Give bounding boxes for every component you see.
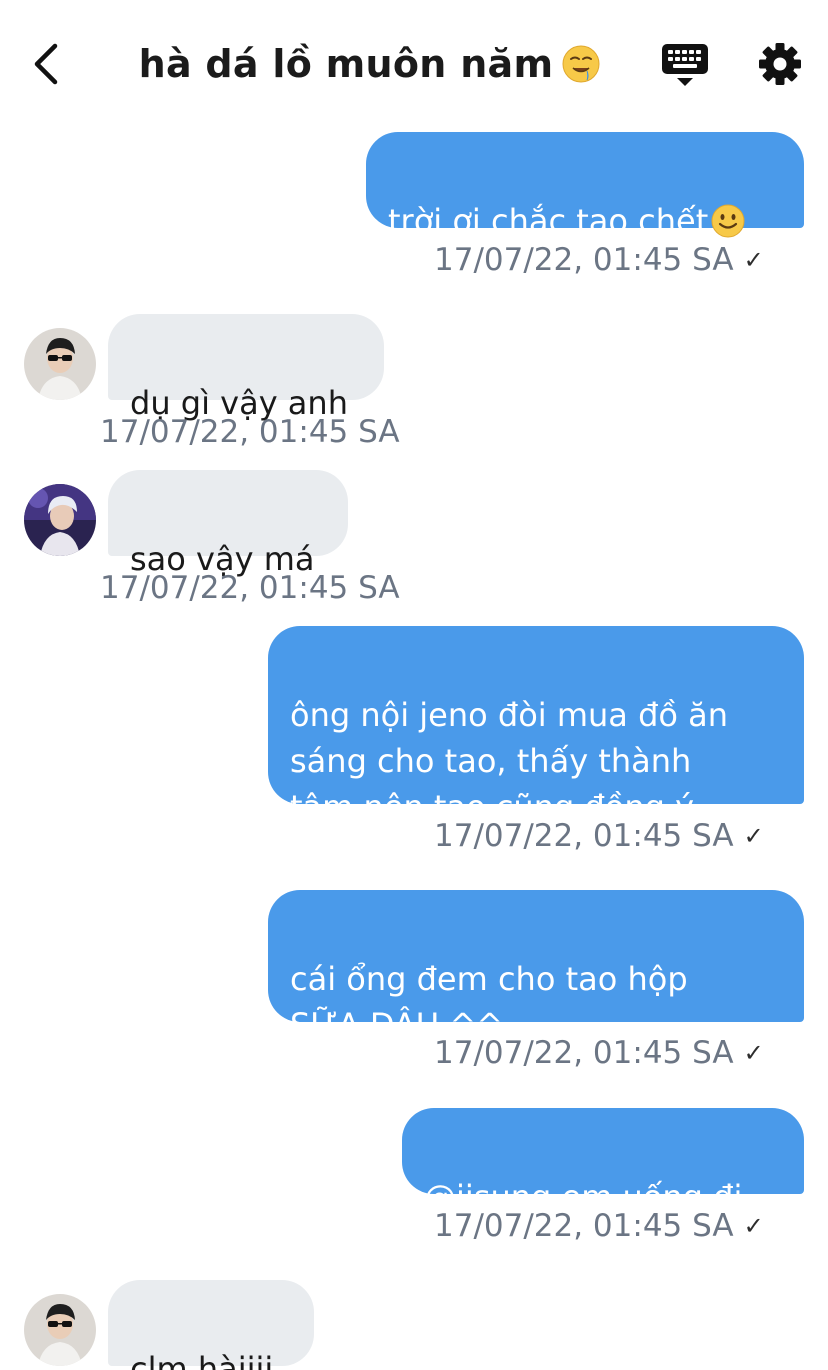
message-bubble-incoming[interactable]: clm hàiiii	[108, 1280, 314, 1370]
message-text: ông nội jeno đòi mua đồ ăn sáng cho tao,…	[290, 696, 729, 826]
avatar[interactable]	[24, 328, 96, 400]
read-check-icon: ✓	[743, 246, 764, 274]
avatar[interactable]	[24, 1294, 96, 1366]
read-check-icon: ✓	[743, 1212, 764, 1240]
read-check-icon: ✓	[743, 822, 764, 850]
message-text: trời ơi chắc tao chết	[388, 202, 709, 240]
user-avatar-icon	[24, 484, 96, 556]
message-bubble-incoming[interactable]: sao vậy má	[108, 470, 348, 578]
message-timestamp: 17/07/22, 01:45 SA ✓	[434, 242, 764, 278]
drooling-face-emoji-icon	[562, 45, 600, 83]
chat-title: hà dá lồ muôn năm	[138, 42, 554, 86]
message-bubble-outgoing[interactable]: ông nội jeno đòi mua đồ ăn sáng cho tao,…	[268, 626, 804, 826]
message-text: cái ổng đem cho tao hộp SỮA DÂU ^^	[290, 960, 688, 1044]
chat-screen: hà dá lồ muôn năm trời ơi chắc tao chết …	[0, 0, 828, 1370]
read-check-icon: ✓	[743, 1039, 764, 1067]
chat-title-area[interactable]: hà dá lồ muôn năm	[100, 36, 640, 92]
message-bubble-incoming[interactable]: dụ gì vậy anh	[108, 314, 384, 422]
avatar[interactable]	[24, 484, 96, 556]
keyboard-icon	[662, 44, 708, 86]
message-timestamp: 17/07/22, 01:45 SA ✓	[434, 1208, 764, 1244]
message-timestamp: 17/07/22, 01:45 SA	[100, 570, 400, 606]
message-bubble-outgoing[interactable]: cái ổng đem cho tao hộp SỮA DÂU ^^	[268, 890, 804, 1044]
message-bubble-outgoing[interactable]: trời ơi chắc tao chết	[366, 132, 804, 240]
slightly-smiling-face-emoji-icon	[711, 204, 745, 238]
chat-header: hà dá lồ muôn năm	[0, 0, 828, 118]
message-text: clm hàiiii	[130, 1350, 274, 1370]
user-avatar-icon	[24, 1294, 96, 1366]
message-timestamp: 17/07/22, 01:45 SA	[100, 414, 400, 450]
gear-icon	[759, 43, 801, 85]
message-timestamp: 17/07/22, 01:45 SA ✓	[434, 818, 764, 854]
user-avatar-icon	[24, 328, 96, 400]
message-bubble-outgoing[interactable]: @jisung em uống đi	[402, 1108, 804, 1216]
settings-button[interactable]	[756, 40, 804, 88]
message-timestamp: 17/07/22, 01:45 SA ✓	[434, 1035, 764, 1071]
back-button[interactable]	[22, 38, 70, 90]
chevron-left-icon	[34, 43, 58, 85]
keyboard-button[interactable]	[660, 40, 710, 88]
